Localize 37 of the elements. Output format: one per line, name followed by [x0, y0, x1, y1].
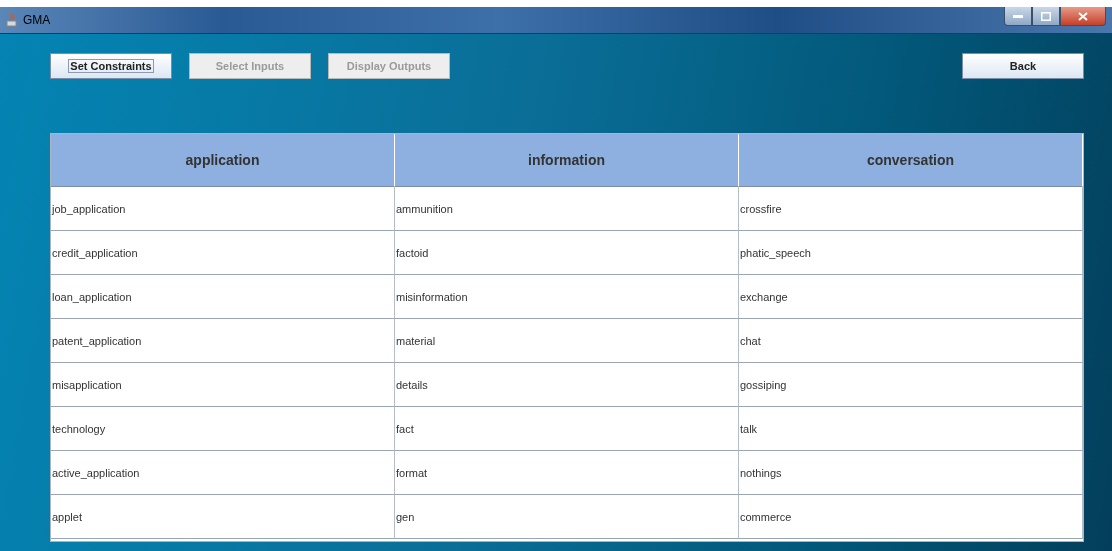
table-cell: crossfire [739, 187, 1083, 231]
toolbar-button[interactable]: Set Constraints [50, 52, 172, 79]
column-header[interactable]: conversation [739, 134, 1083, 187]
minimize-icon [1013, 14, 1023, 18]
table-cell: ammunition [395, 187, 739, 231]
table-cell: fact [395, 407, 739, 451]
column-header[interactable]: information [395, 134, 739, 187]
table-cell: gossiping [739, 363, 1083, 407]
close-button[interactable] [1060, 7, 1106, 26]
table-cell: chat [739, 319, 1083, 363]
table-cell: misinformation [395, 275, 739, 319]
table-cell: applet [51, 495, 395, 539]
table-cell: job_application [51, 187, 395, 231]
java-cup-icon [6, 13, 18, 27]
table-cell: exchange [739, 275, 1083, 319]
table-cell: material [395, 319, 739, 363]
back-button[interactable]: Back [962, 52, 1084, 79]
table-cell: credit_application [51, 231, 395, 275]
maximize-button[interactable] [1032, 7, 1060, 26]
window-title: GMA [23, 13, 52, 27]
table-cell: loan_application [51, 275, 395, 319]
table-cell: misapplication [51, 363, 395, 407]
table-cell: phatic_speech [739, 231, 1083, 275]
close-icon [1078, 11, 1088, 21]
table-cell: patent_application [51, 319, 395, 363]
table-cell: gen [395, 495, 739, 539]
minimize-button[interactable] [1004, 7, 1032, 26]
table-cell: commerce [739, 495, 1083, 539]
table-cell: details [395, 363, 739, 407]
maximize-icon [1041, 11, 1051, 21]
table-cell: nothings [739, 451, 1083, 495]
table-cell: factoid [395, 231, 739, 275]
table-cell: technology [51, 407, 395, 451]
column-header[interactable]: application [51, 134, 395, 187]
table-cell: format [395, 451, 739, 495]
table-cell: active_application [51, 451, 395, 495]
table-cell: talk [739, 407, 1083, 451]
